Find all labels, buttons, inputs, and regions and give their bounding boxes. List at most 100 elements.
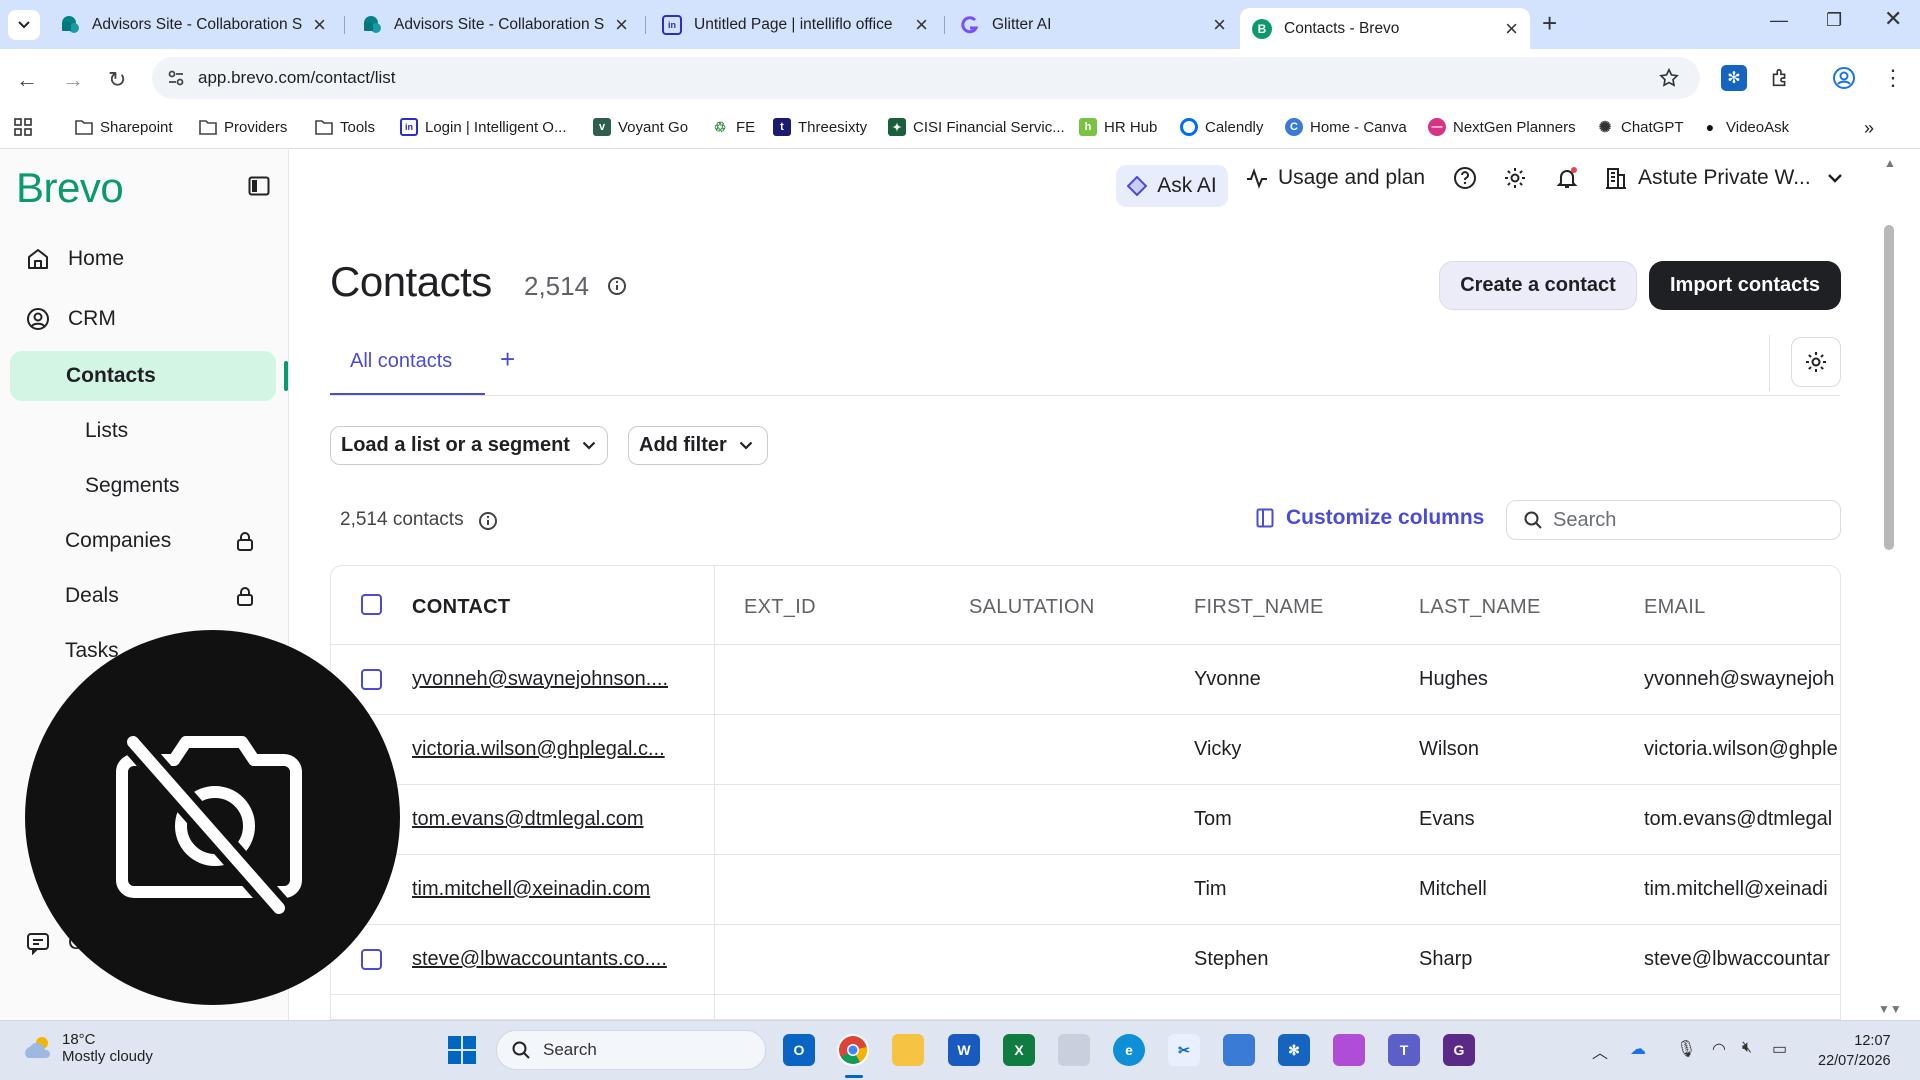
bookmark-tools[interactable]: Tools [315,118,375,136]
site-settings-icon[interactable] [166,68,186,88]
usage-and-plan-button[interactable]: Usage and plan [1246,166,1425,190]
copilot-icon[interactable] [1333,1034,1365,1066]
brevo-logo[interactable]: Brevo [16,164,124,212]
load-list-segment-dropdown[interactable]: Load a list or a segment [330,426,608,465]
bookmark-star-icon[interactable] [1658,67,1680,89]
sidebar-item-deals[interactable]: Deals [10,571,276,621]
window-close-icon[interactable]: ✕ [1884,6,1902,32]
column-header-first-name[interactable]: FIRST_NAME [1194,596,1324,619]
table-row[interactable]: tim.mitchell@xeinadin.com Tim Mitchell t… [331,855,1840,925]
excel-icon[interactable]: X [1003,1034,1035,1066]
profile-icon[interactable] [1831,65,1857,91]
contact-email-link[interactable]: steve@lbwaccountants.co.... [412,948,702,971]
microphone-icon[interactable]: 🎙︎ [1676,1039,1696,1059]
scroll-down-arrow-icon[interactable]: ▼▼ [1878,1002,1902,1016]
volume-muted-icon[interactable]: 🔇︎ [1742,1039,1752,1057]
notification-bell-icon[interactable] [1555,166,1579,190]
bookmark-threesixty[interactable]: t Threesixty [773,118,867,136]
table-row[interactable]: victoria.wilson@ghplegal.c... Vicky Wils… [331,715,1840,785]
column-header-email[interactable]: EMAIL [1644,596,1706,619]
import-contacts-button[interactable]: Import contacts [1649,261,1841,310]
tab-all-contacts[interactable]: All contacts [350,350,452,373]
show-hidden-icons-icon[interactable]: ︿ [1592,1039,1608,1063]
help-icon[interactable] [1453,166,1477,190]
battery-icon[interactable]: ▭ [1772,1039,1787,1059]
bookmark-login-intelligent[interactable]: in Login | Intelligent O... [400,118,566,136]
bookmark-videoask[interactable]: ● VideoAsk [1701,118,1789,136]
minimize-icon[interactable]: — [1770,10,1788,31]
page-scrollbar-thumb[interactable] [1884,225,1894,550]
browser-tab[interactable]: Glitter AI × [948,8,1238,41]
info-icon[interactable] [607,276,627,296]
bookmark-providers[interactable]: Providers [199,118,287,136]
settings-gear-icon[interactable] [1503,166,1527,190]
extension-app-icon[interactable]: ✻ [1278,1034,1310,1066]
sidebar-item-segments[interactable]: Segments [10,461,276,511]
contacts-search-input[interactable]: Search [1506,500,1841,540]
close-icon[interactable]: × [1505,17,1518,40]
table-row[interactable]: tom.evans@dtmlegal.com Tom Evans tom.eva… [331,785,1840,855]
browser-tab[interactable]: Advisors Site - Collaboration Sit × [48,8,338,41]
file-explorer-icon[interactable] [892,1034,924,1066]
close-icon[interactable]: × [615,13,628,36]
sidebar-item-crm[interactable]: CRM [10,294,276,344]
app-icon[interactable] [1058,1034,1090,1066]
bookmark-canva[interactable]: C Home - Canva [1285,118,1407,136]
account-switcher[interactable]: Astute Private W... [1606,166,1843,190]
apps-grid-icon[interactable] [14,118,32,136]
info-icon[interactable] [478,511,498,531]
bookmark-calendly[interactable]: Calendly [1180,118,1263,136]
wifi-icon[interactable]: ◠ [1712,1039,1726,1059]
customize-columns-button[interactable]: Customize columns [1256,506,1484,530]
bookmark-nextgen-planners[interactable]: — NextGen Planners [1428,118,1576,136]
sidebar-collapse-icon[interactable] [248,176,270,196]
create-contact-button[interactable]: Create a contact [1439,261,1637,310]
word-icon[interactable]: W [948,1034,980,1066]
close-icon[interactable]: × [313,13,326,36]
glitter-app-icon[interactable]: G [1443,1034,1475,1066]
snipping-tool-icon[interactable]: ✂ [1168,1034,1200,1066]
sidebar-item-lists[interactable]: Lists [10,406,276,456]
bookmark-fe[interactable]: ♲ FE [711,118,755,136]
system-clock[interactable]: 12:07 22/07/2026 [1818,1031,1891,1071]
more-bookmarks-icon[interactable]: » [1864,118,1874,139]
app-window-icon[interactable] [1223,1034,1255,1066]
contact-email-link[interactable]: tom.evans@dtmlegal.com [412,808,702,831]
back-icon[interactable]: ← [16,67,38,93]
contact-email-link[interactable]: victoria.wilson@ghplegal.c... [412,738,702,761]
close-icon[interactable]: × [1213,13,1226,36]
table-settings-button[interactable] [1791,337,1841,387]
add-filter-dropdown[interactable]: Add filter [628,426,768,465]
extension-icon[interactable]: ✻ [1721,65,1747,91]
add-view-button[interactable]: + [500,344,515,375]
bookmark-cisi[interactable]: ✦ CISI Financial Servic... [888,118,1065,136]
outlook-icon[interactable]: O [783,1034,815,1066]
address-bar[interactable]: app.brevo.com/contact/list [152,57,1700,99]
browser-tab[interactable]: in Untitled Page | intelliflo office × [650,8,940,41]
sidebar-item-companies[interactable]: Companies [10,516,276,566]
taskbar-search[interactable]: Search [496,1030,766,1070]
onedrive-cloud-icon[interactable]: ☁ [1630,1039,1646,1059]
menu-kebab-icon[interactable]: ⋮ [1880,65,1906,91]
contact-email-link[interactable]: yvonneh@swaynejohnson.... [412,668,702,691]
column-header-ext-id[interactable]: EXT_ID [744,596,816,619]
column-header-contact[interactable]: CONTACT [412,596,510,619]
column-header-last-name[interactable]: LAST_NAME [1419,596,1541,619]
start-windows-icon[interactable] [446,1034,478,1066]
sidebar-item-home[interactable]: Home [10,234,276,284]
table-row[interactable]: steve@lbwaccountants.co.... Stephen Shar… [331,925,1840,995]
bookmark-voyant-go[interactable]: v Voyant Go [593,118,688,136]
table-row[interactable]: yvonneh@swaynejohnson.... Yvonne Hughes … [331,645,1840,715]
select-all-checkbox[interactable] [361,594,382,615]
reload-icon[interactable]: ↻ [108,67,126,93]
weather-widget[interactable]: 18°C Mostly cloudy [22,1031,153,1065]
chrome-icon[interactable] [837,1034,869,1066]
edge-icon[interactable]: e [1113,1034,1145,1066]
ask-ai-button[interactable]: Ask AI [1116,165,1228,207]
tab-search-button[interactable] [8,10,40,40]
new-tab-button[interactable]: + [1542,8,1557,39]
browser-tab[interactable]: Advisors Site - Collaboration Sit × [350,8,640,41]
teams-icon[interactable]: T [1388,1034,1420,1066]
bookmark-chatgpt[interactable]: ✺ ChatGPT [1596,118,1684,137]
bookmark-hr-hub[interactable]: h HR Hub [1079,118,1157,136]
